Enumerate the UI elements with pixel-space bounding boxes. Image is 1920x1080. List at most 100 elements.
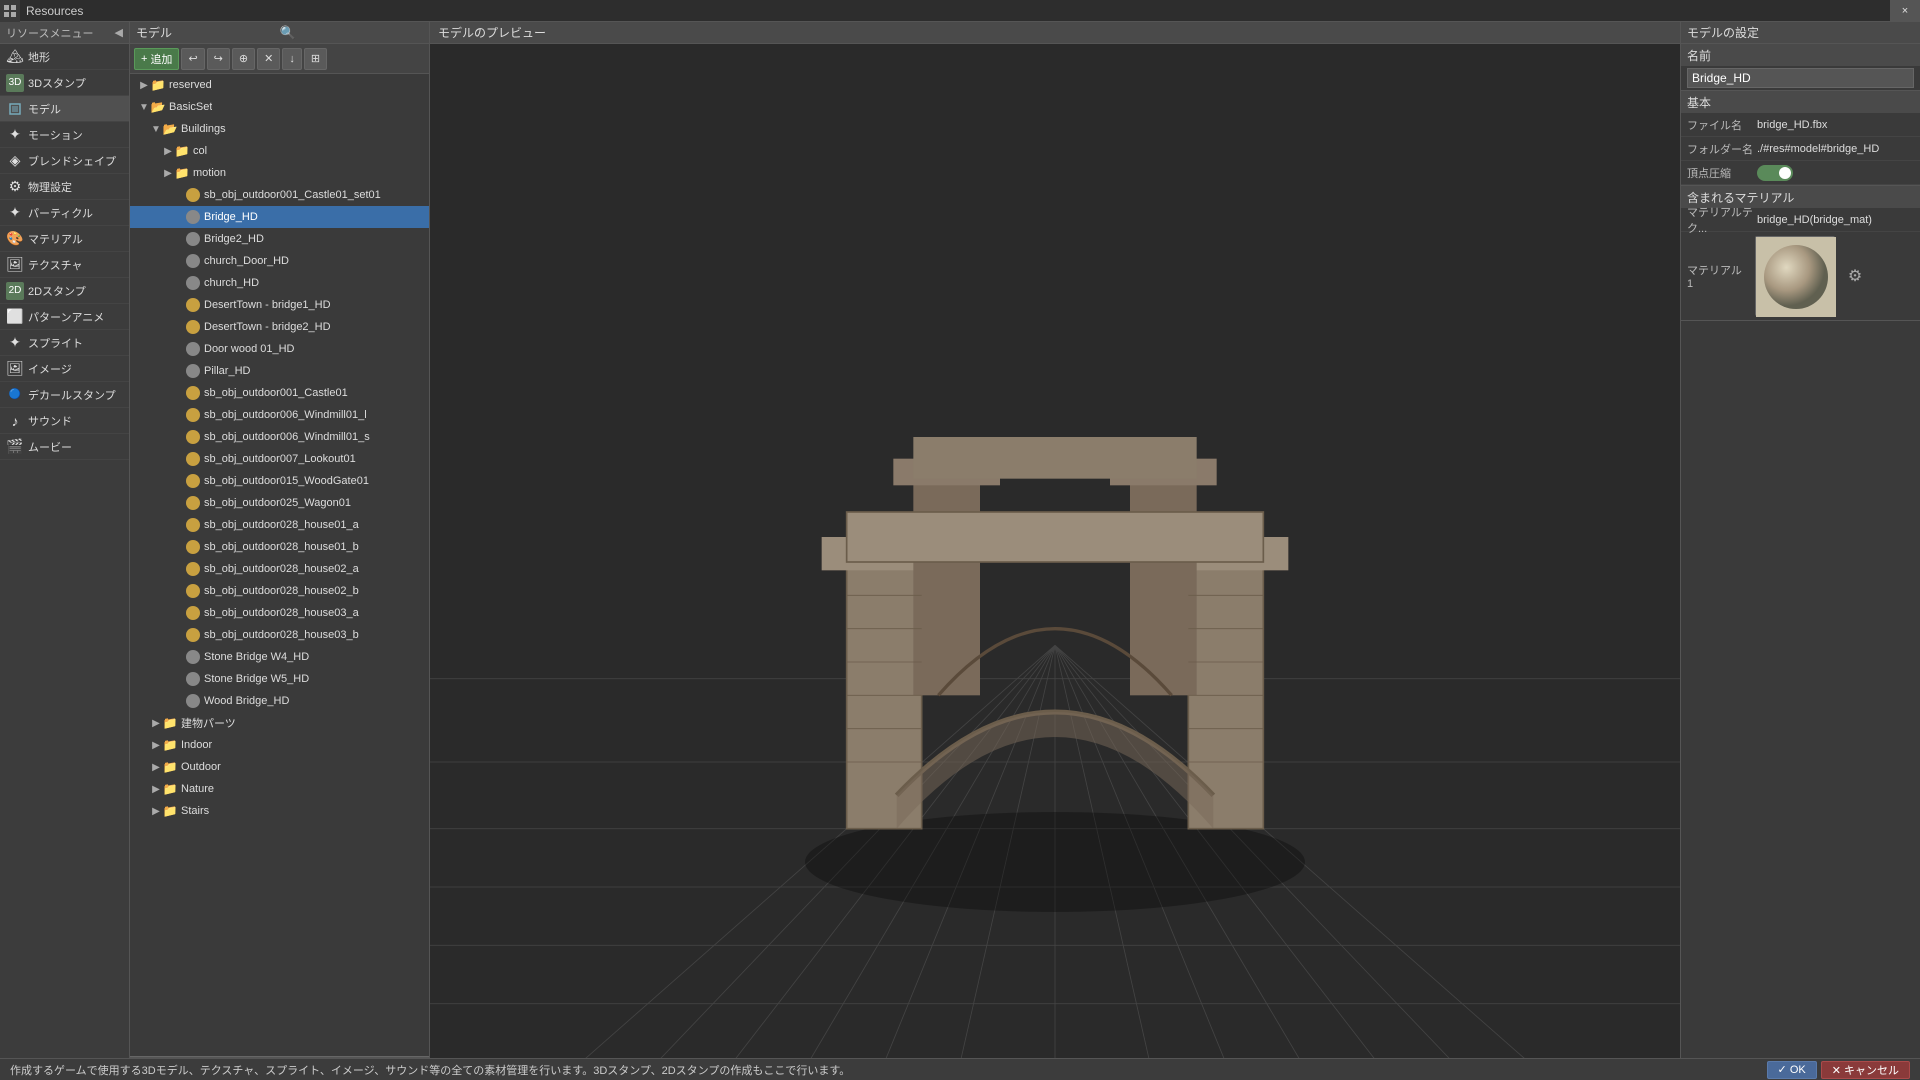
undo-button[interactable]: ↩ <box>181 48 204 70</box>
add-button[interactable]: + 追加 <box>134 48 179 70</box>
tree-item-door-wood[interactable]: Door wood 01_HD <box>130 338 429 360</box>
folder-name-row: フォルダー名 ./#res#model#bridge_HD <box>1681 137 1920 161</box>
sidebar-item-sound[interactable]: ♪ サウンド <box>0 408 129 434</box>
tree-item-wood-bridge[interactable]: Wood Bridge_HD <box>130 690 429 712</box>
folder-icon-motion: 📁 <box>174 166 190 180</box>
copy-button[interactable]: ⊕ <box>232 48 255 70</box>
sidebar-item-model[interactable]: モデル <box>0 96 129 122</box>
sidebar-item-decal[interactable]: 🔵 デカールスタンプ <box>0 382 129 408</box>
right-panel: モデルの設定 名前 基本 ファイル名 bridge_HD.fbx フォルダー名 … <box>1680 22 1920 1080</box>
sidebar-item-3dstamp[interactable]: 3D 3Dスタンプ <box>0 70 129 96</box>
motion-icon: ✦ <box>6 126 24 144</box>
sidebar-item-sprite[interactable]: ✦ スプライト <box>0 330 129 356</box>
preview-panel-title: モデルのプレビュー <box>438 24 546 41</box>
model-dot-icon <box>186 606 200 620</box>
tree-item-house01b[interactable]: sb_obj_outdoor028_house01_b <box>130 536 429 558</box>
tree-item-basicset[interactable]: ▼ 📂 BasicSet <box>130 96 429 118</box>
tree-item-buildings[interactable]: ▼ 📂 Buildings <box>130 118 429 140</box>
sidebar-label-movie: ムービー <box>28 439 72 455</box>
tree-item-stone-bridge-w5[interactable]: Stone Bridge W5_HD <box>130 668 429 690</box>
material-extra-icon[interactable]: ⚙ <box>1843 264 1867 288</box>
sidebar-item-image[interactable]: 🖼 イメージ <box>0 356 129 382</box>
tree-label-wagon: sb_obj_outdoor025_Wagon01 <box>204 497 351 509</box>
preview-panel-header: モデルのプレビュー <box>430 22 1680 44</box>
folder-icon-outdoor: 📁 <box>162 760 178 774</box>
tree-item-house02b[interactable]: sb_obj_outdoor028_house02_b <box>130 580 429 602</box>
sidebar-item-2dstamp[interactable]: 2D 2Dスタンプ <box>0 278 129 304</box>
tree-item-house02a[interactable]: sb_obj_outdoor028_house02_a <box>130 558 429 580</box>
model-icon <box>6 100 24 118</box>
folder-icon-basicset: 📂 <box>150 100 166 114</box>
sidebar-item-terrain[interactable]: 🏔 地形 <box>0 44 129 70</box>
sidebar-item-texture[interactable]: 🖼 テクスチャ <box>0 252 129 278</box>
vertex-compress-toggle[interactable] <box>1757 165 1793 181</box>
delete-button[interactable]: ✕ <box>257 48 280 70</box>
folder-icon-indoor: 📁 <box>162 738 178 752</box>
preview-panel: モデルのプレビュー <box>430 22 1680 1080</box>
copy-icon: ⊕ <box>239 52 248 65</box>
sidebar-item-movie[interactable]: 🎬 ムービー <box>0 434 129 460</box>
tree-label-motion: motion <box>193 167 226 179</box>
tree-item-motion[interactable]: ▶ 📁 motion <box>130 162 429 184</box>
model-dot-icon <box>186 364 200 378</box>
ok-button[interactable]: ✓ OK <box>1767 1061 1817 1079</box>
export-button[interactable]: ⊞ <box>304 48 327 70</box>
tree-item-reserved[interactable]: ▶ 📁 reserved <box>130 74 429 96</box>
tree-item-castle01set01[interactable]: sb_obj_outdoor001_Castle01_set01 <box>130 184 429 206</box>
tree-item-stone-bridge-w4[interactable]: Stone Bridge W4_HD <box>130 646 429 668</box>
tree-item-lookout[interactable]: sb_obj_outdoor007_Lookout01 <box>130 448 429 470</box>
search-icon[interactable]: 🔍 <box>280 25 424 41</box>
tree-item-windmill-l[interactable]: sb_obj_outdoor006_Windmill01_l <box>130 404 429 426</box>
tree-label-col: col <box>193 145 207 157</box>
tree-item-stairs[interactable]: ▶ 📁 Stairs <box>130 800 429 822</box>
tree-label-pillar: Pillar_HD <box>204 365 250 377</box>
tree-item-pillar[interactable]: Pillar_HD <box>130 360 429 382</box>
tree-item-nature[interactable]: ▶ 📁 Nature <box>130 778 429 800</box>
tree-label-reserved: reserved <box>169 79 212 91</box>
sidebar-item-material[interactable]: 🎨 マテリアル <box>0 226 129 252</box>
import-button[interactable]: ↓ <box>282 48 302 70</box>
material-thumbnail[interactable] <box>1755 236 1835 316</box>
preview-viewport[interactable] <box>430 44 1680 1080</box>
tree-item-house01a[interactable]: sb_obj_outdoor028_house01_a <box>130 514 429 536</box>
sidebar-item-particle[interactable]: ✦ パーティクル <box>0 200 129 226</box>
sidebar-header-label: リソースメニュー <box>6 25 93 41</box>
sidebar-collapse-button[interactable]: ◀ <box>115 26 123 39</box>
tree-item-col[interactable]: ▶ 📁 col <box>130 140 429 162</box>
cancel-button[interactable]: ✕ キャンセル <box>1821 1061 1910 1079</box>
tree-item-bridge-hd[interactable]: Bridge_HD <box>130 206 429 228</box>
tree-item-woodgate[interactable]: sb_obj_outdoor015_WoodGate01 <box>130 470 429 492</box>
tree-item-outdoor[interactable]: ▶ 📁 Outdoor <box>130 756 429 778</box>
tree-item-church-hd[interactable]: church_HD <box>130 272 429 294</box>
sidebar-item-blendshape[interactable]: ◈ ブレンドシェイプ <box>0 148 129 174</box>
tree-item-deserttown-bridge1[interactable]: DesertTown - bridge1_HD <box>130 294 429 316</box>
redo-icon: ↪ <box>214 52 223 65</box>
material-tech-value: bridge_HD(bridge_mat) <box>1757 214 1914 226</box>
material-tech-label: マテリアルテク... <box>1687 204 1757 236</box>
tree-item-church-door[interactable]: church_Door_HD <box>130 250 429 272</box>
sidebar-label-material: マテリアル <box>28 231 83 247</box>
tree-item-bridge2-hd[interactable]: Bridge2_HD <box>130 228 429 250</box>
tree-item-house03b[interactable]: sb_obj_outdoor028_house03_b <box>130 624 429 646</box>
tree-item-castle01[interactable]: sb_obj_outdoor001_Castle01 <box>130 382 429 404</box>
tree-item-building-parts[interactable]: ▶ 📁 建物パーツ <box>130 712 429 734</box>
model-name-input[interactable] <box>1687 68 1914 88</box>
sidebar-item-physics[interactable]: ⚙ 物理設定 <box>0 174 129 200</box>
model-tree: ▶ 📁 reserved ▼ 📂 BasicSet ▼ 📂 Buildings <box>130 74 429 1056</box>
tree-item-wagon[interactable]: sb_obj_outdoor025_Wagon01 <box>130 492 429 514</box>
tree-item-indoor[interactable]: ▶ 📁 Indoor <box>130 734 429 756</box>
folder-icon-col: 📁 <box>174 144 190 158</box>
tree-label-stone-bridge-w4: Stone Bridge W4_HD <box>204 651 309 663</box>
tree-label-house03b: sb_obj_outdoor028_house03_b <box>204 629 359 641</box>
materials-section: 含まれるマテリアル マテリアルテク... bridge_HD(bridge_ma… <box>1681 186 1920 321</box>
sidebar-item-motion[interactable]: ✦ モーション <box>0 122 129 148</box>
tree-item-house03a[interactable]: sb_obj_outdoor028_house03_a <box>130 602 429 624</box>
tree-item-deserttown-bridge2[interactable]: DesertTown - bridge2_HD <box>130 316 429 338</box>
basic-section: 基本 ファイル名 bridge_HD.fbx フォルダー名 ./#res#mod… <box>1681 91 1920 186</box>
sidebar-item-patternanim[interactable]: ⬜ パターンアニメ <box>0 304 129 330</box>
name-section-header: 名前 <box>1681 44 1920 66</box>
redo-button[interactable]: ↪ <box>207 48 230 70</box>
sidebar-label-terrain: 地形 <box>28 49 50 65</box>
close-button[interactable]: × <box>1890 0 1920 22</box>
tree-item-windmill-s[interactable]: sb_obj_outdoor006_Windmill01_s <box>130 426 429 448</box>
